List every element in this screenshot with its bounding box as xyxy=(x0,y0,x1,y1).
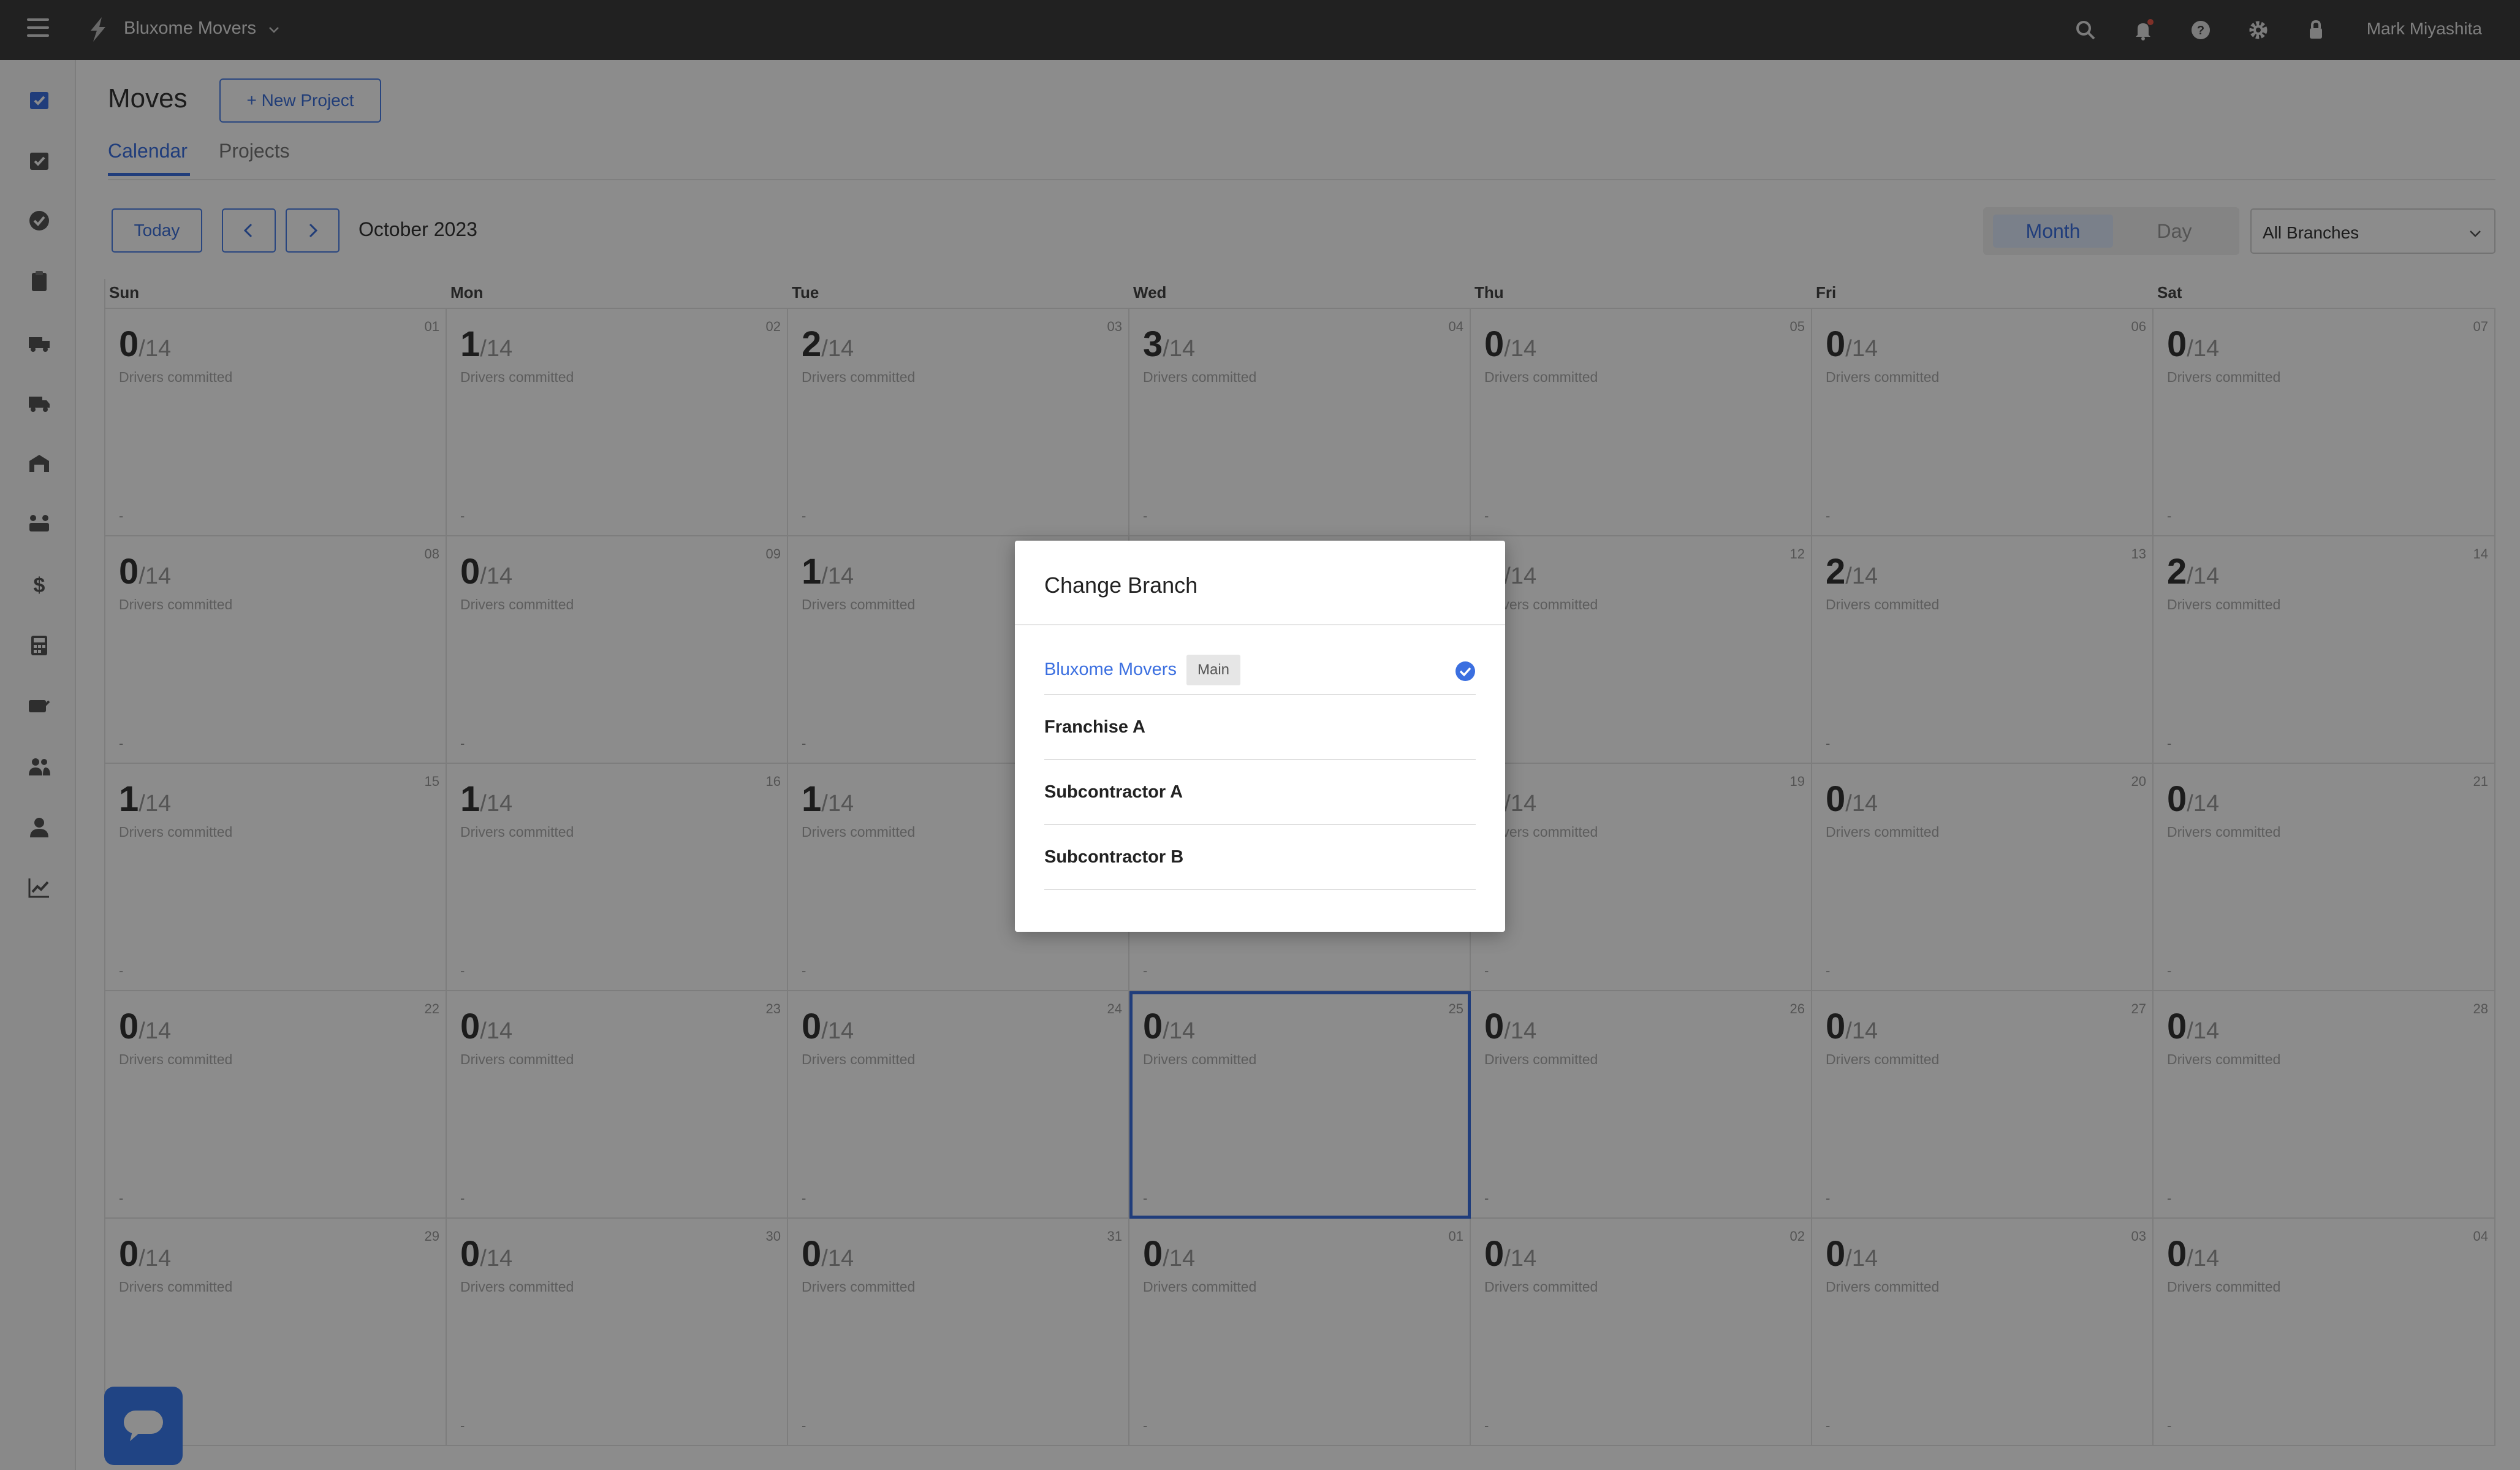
check-circle-icon xyxy=(1455,661,1475,681)
branch-option-label: Franchise A xyxy=(1044,717,1145,737)
branch-option[interactable]: Subcontractor B xyxy=(1044,825,1476,890)
change-branch-modal: Change Branch Bluxome Movers Main Franch… xyxy=(1015,541,1505,932)
main-badge: Main xyxy=(1186,655,1240,685)
branch-option-label: Subcontractor B xyxy=(1044,847,1184,867)
branch-option-label: Subcontractor A xyxy=(1044,782,1183,802)
branch-option[interactable]: Franchise A xyxy=(1044,695,1476,760)
modal-title: Change Branch xyxy=(1044,573,1198,598)
branch-option[interactable]: Bluxome Movers Main xyxy=(1044,625,1476,695)
branch-option-label: Bluxome Movers xyxy=(1044,660,1177,679)
branch-option[interactable]: Subcontractor A xyxy=(1044,760,1476,825)
